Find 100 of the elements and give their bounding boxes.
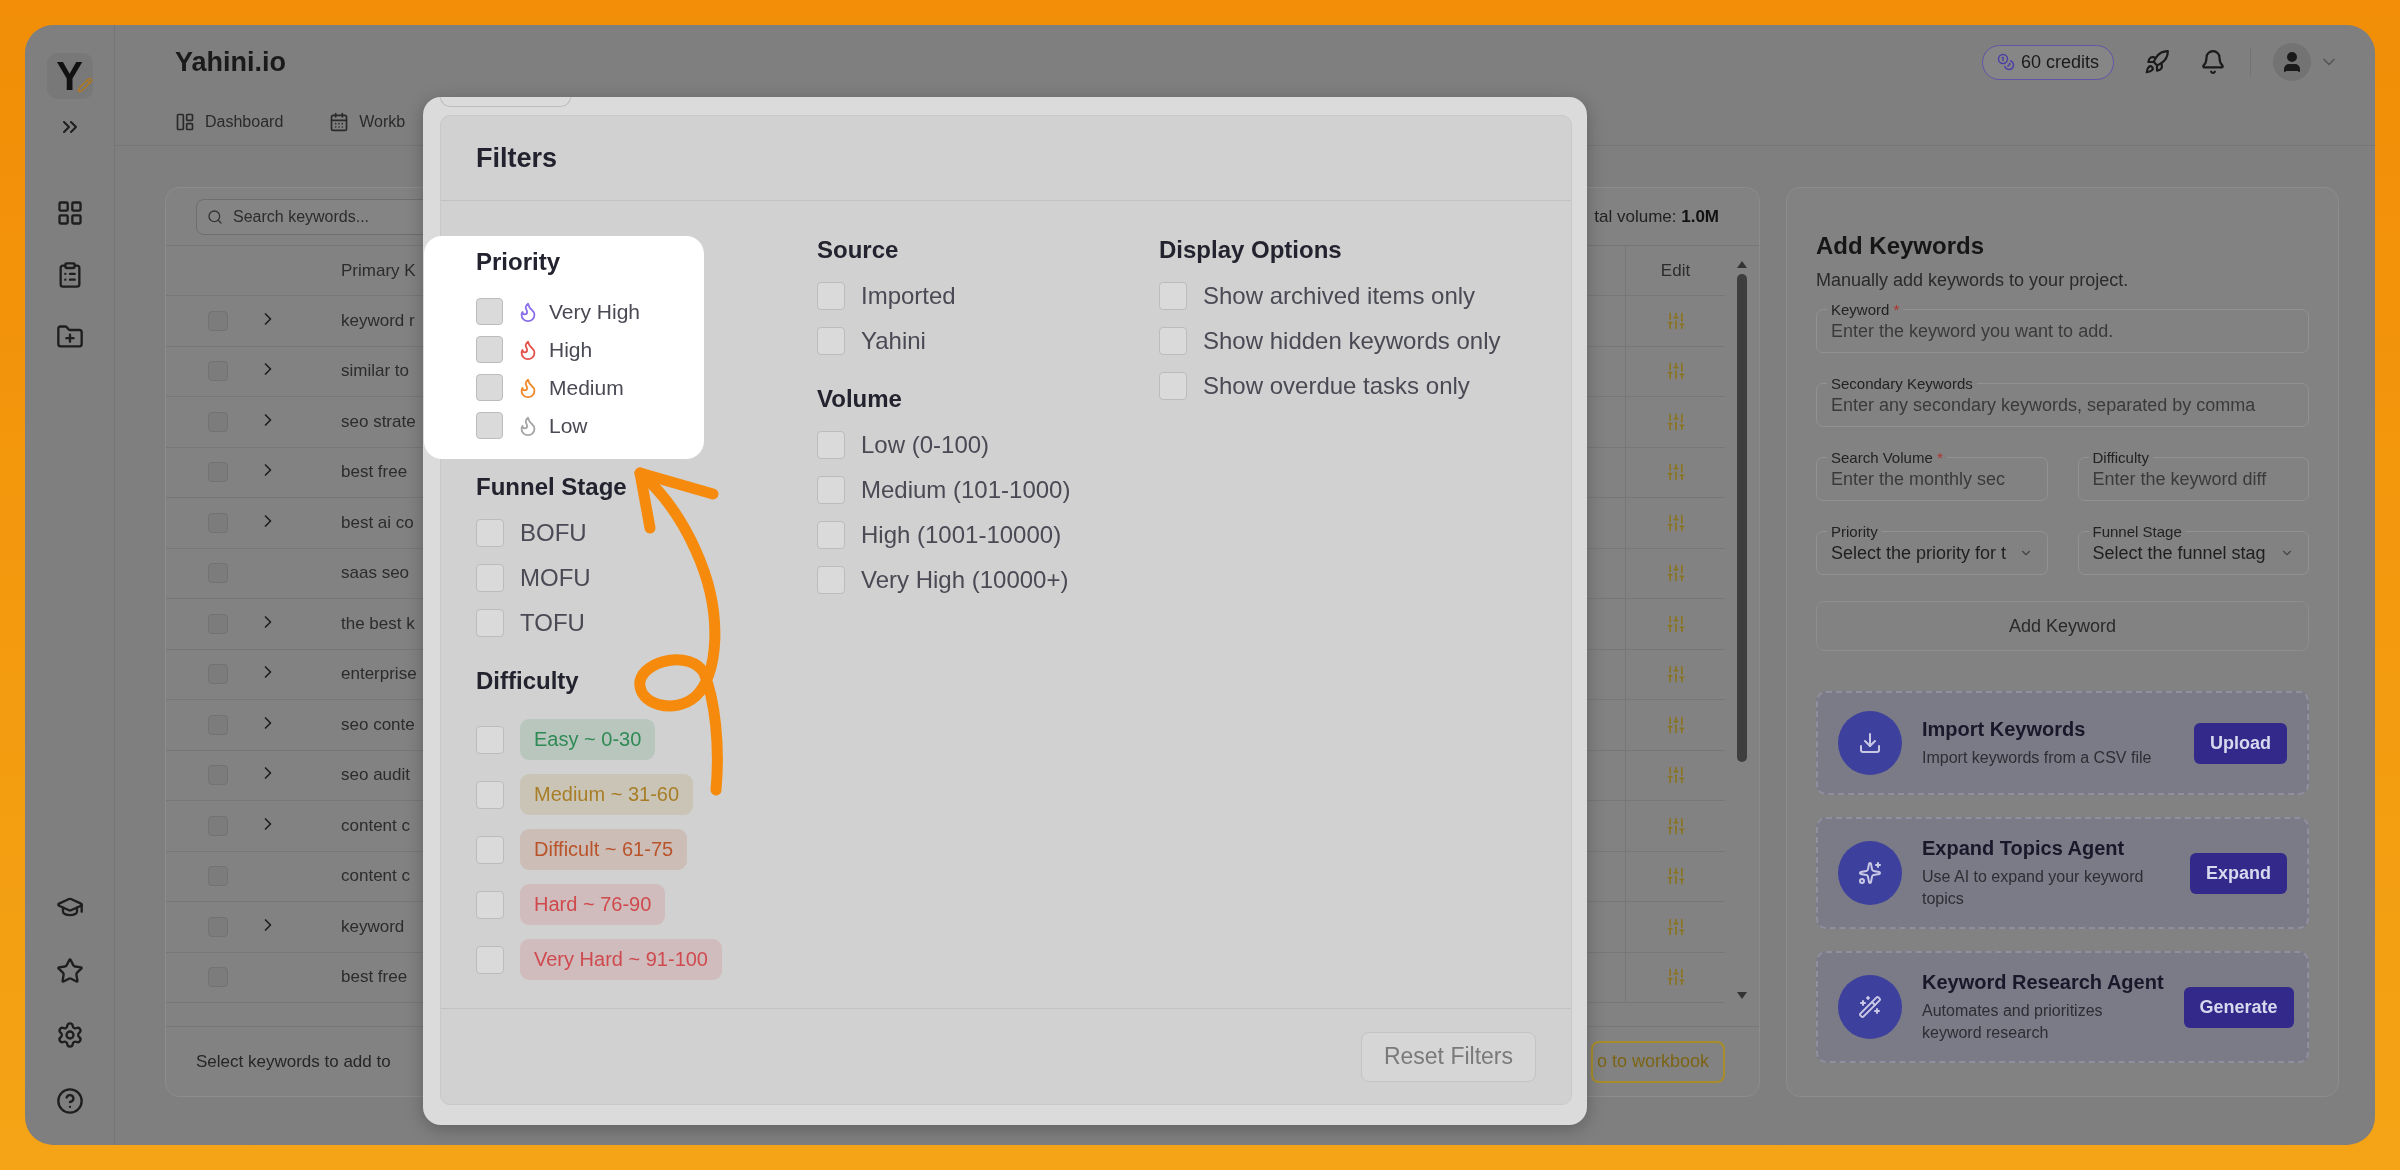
difficulty-tag: Hard ~ 76-90 [520,884,666,925]
add-keyword-button[interactable]: Add Keyword [1816,601,2309,651]
sliders-icon[interactable] [1665,563,1686,584]
download-icon [1858,731,1882,755]
action-title: Expand Topics Agent [1922,837,2126,860]
calendar-icon [329,112,350,132]
checkbox[interactable] [476,945,504,974]
difficulty-tag: Difficult ~ 61-75 [520,829,688,870]
option-label: Imported [861,282,956,310]
sliders-icon[interactable] [1665,765,1686,786]
option-label: MOFU [520,564,591,592]
rocket-icon[interactable] [2144,49,2170,75]
logo[interactable]: Y [46,53,93,99]
priority-select[interactable]: Priority Select the priority for t [1816,523,2048,575]
checkbox[interactable] [476,336,503,363]
action-title: Import Keywords [1922,717,2087,741]
checkbox[interactable] [476,412,503,439]
sliders-icon[interactable] [1665,664,1686,685]
action-button[interactable]: Generate [2183,986,2294,1028]
reset-filters-button[interactable]: Reset Filters [1360,1031,1536,1082]
app-title: Yahini.io [175,46,287,78]
search-volume-field[interactable]: Search Volume * Enter the monthly sec [1816,449,2048,501]
notifications-icon[interactable] [2200,49,2226,75]
checkbox[interactable] [817,476,845,504]
checkbox[interactable] [817,566,845,594]
option-label: Yahini [861,327,926,355]
help-icon[interactable] [55,1087,84,1115]
card-subtitle: Manually add keywords to your project. [1816,270,2130,291]
total-volume: tal volume: 1.0M [1594,206,1719,227]
settings-icon[interactable] [55,1021,84,1049]
group-title: Display Options [1159,236,1343,264]
secondary-keywords-field[interactable]: Secondary Keywords Enter any secondary keywords, separated by comma [1816,375,2309,427]
checkbox[interactable] [476,780,504,809]
credits-badge[interactable]: 60 credits [1981,44,2114,80]
checkbox[interactable] [476,725,504,754]
sliders-icon[interactable] [1665,866,1686,887]
checkbox[interactable] [476,298,503,325]
column-header[interactable]: Primary K [341,260,416,281]
difficulty-field[interactable]: Difficulty Enter the keyword diff [2077,449,2309,501]
sliders-icon[interactable] [1665,714,1686,735]
sliders-icon[interactable] [1665,916,1686,937]
group-title: Volume [817,385,903,413]
text-input[interactable]: Enter the monthly sec [1831,468,2033,490]
keyword-field[interactable]: Keyword * Enter the keyword you want to add. [1816,301,2309,353]
funnel-stage-select[interactable]: Funnel Stage Select the funnel stag [2077,523,2309,575]
footer-text: Select keywords to add to [196,1051,391,1072]
text-input[interactable]: Enter the keyword diff [2092,468,2294,490]
text-input[interactable]: Enter the keyword you want to add. [1831,320,2294,342]
option-label: Show hidden keywords only [1203,327,1501,355]
sliders-icon[interactable] [1665,310,1686,331]
option-label: Very High [549,299,641,324]
checkbox[interactable] [817,431,845,459]
checkbox[interactable] [476,835,504,864]
checkbox[interactable] [1159,372,1187,400]
column-header: Edit [1660,260,1691,281]
keyword-cell: seo strate [341,411,416,432]
field-label: Search Volume * [1830,449,1944,466]
nav-tab[interactable]: Workb [329,112,406,132]
field-label: Secondary Keywords [1830,375,1974,392]
checkbox[interactable] [1159,327,1187,355]
checkbox[interactable] [817,521,845,549]
difficulty-tag: Very Hard ~ 91-100 [520,939,722,980]
sliders-icon[interactable] [1665,411,1686,432]
option-label: Very High (10000+) [861,566,1069,594]
option-label: Low [549,413,588,438]
sliders-icon[interactable] [1665,462,1686,483]
keyword-cell: enterprise [341,664,417,685]
sliders-icon[interactable] [1665,361,1686,382]
action-button[interactable]: Expand [2190,852,2287,894]
keyword-cell: best free [341,462,408,483]
checkbox[interactable] [476,374,503,401]
action-description: Import keywords from a CSV file [1922,747,2153,768]
checkbox[interactable] [817,327,845,355]
sliders-icon[interactable] [1665,815,1686,836]
group-title: Priority [476,248,562,276]
difficulty-tag: Easy ~ 0-30 [520,719,656,760]
nav-tab[interactable]: Dashboard [175,112,284,132]
grid-icon[interactable] [55,199,84,227]
star-icon[interactable] [55,957,84,985]
action-button[interactable]: Upload [2194,722,2287,764]
checkbox[interactable] [476,609,504,637]
option-label: Low (0-100) [861,431,990,459]
avatar[interactable] [2273,43,2311,81]
checkbox[interactable] [1159,282,1187,310]
sliders-icon[interactable] [1665,613,1686,634]
checkbox[interactable] [817,282,845,310]
checkbox[interactable] [476,564,504,592]
search-input[interactable]: Search keywords... [231,206,605,227]
coins-icon [1996,53,2015,71]
keyword-cell: content c [341,815,410,836]
checkbox[interactable] [476,519,504,547]
keyword-cell: the best k [341,613,415,634]
keyword-cell: keyword [341,916,405,937]
keyword-cell: best ai co [341,512,414,533]
text-input[interactable]: Enter any secondary keywords, separated by comma [1831,394,2294,416]
folder-plus-icon[interactable] [55,323,84,351]
sliders-icon[interactable] [1665,512,1686,533]
sliders-icon[interactable] [1665,967,1686,988]
option-label: Medium (101-1000) [861,476,1071,504]
checkbox[interactable] [476,890,504,919]
